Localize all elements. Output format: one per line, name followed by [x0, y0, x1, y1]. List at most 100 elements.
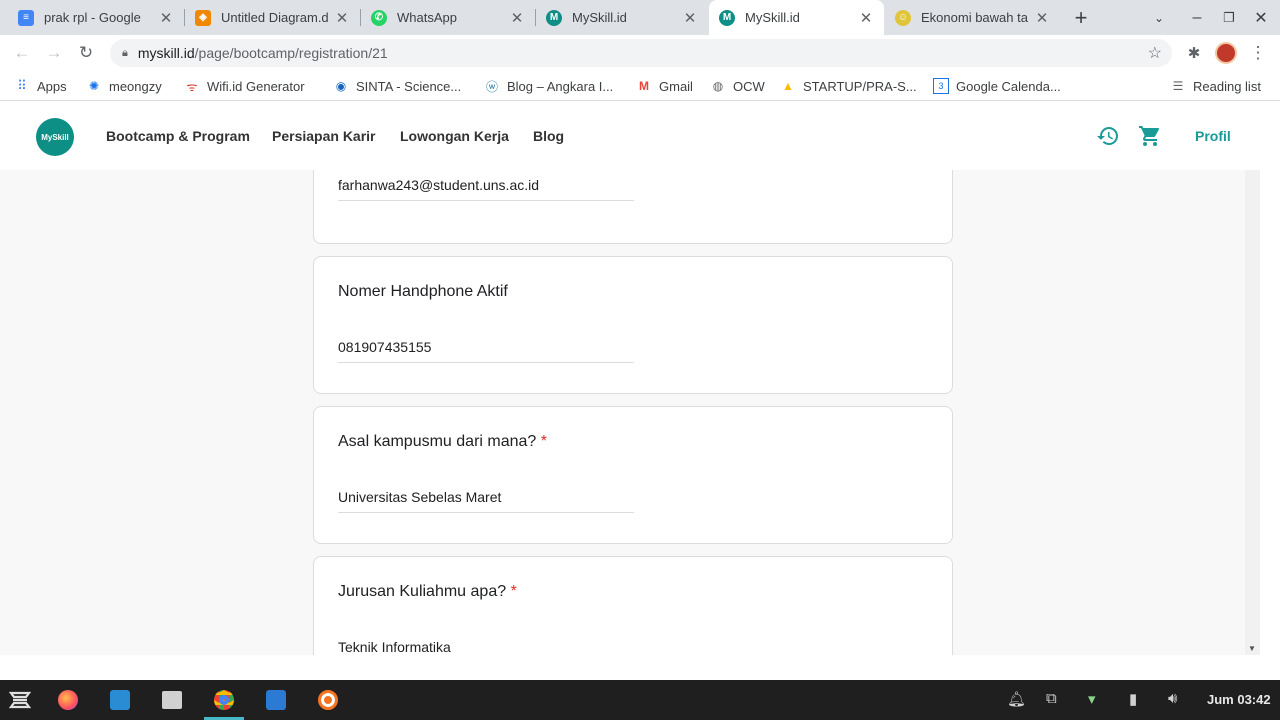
tab-ekonomi[interactable]: ☺ Ekonomi bawah ta ✕ [885, 0, 1060, 35]
question-label: Nomer Handphone Aktif [338, 283, 508, 300]
tab-untitled-diagram[interactable]: ◈ Untitled Diagram.d ✕ [185, 0, 360, 35]
scrollbar[interactable]: ▼ [1245, 170, 1260, 655]
workspace-icon[interactable]: ⧉ [1046, 690, 1057, 707]
restore-icon[interactable]: ❐ [1218, 0, 1240, 35]
reload-icon[interactable]: ↻ [74, 41, 98, 65]
bookmark-ocw[interactable]: ◍ OCW [710, 71, 765, 101]
question-label: Asal kampusmu dari mana? * [338, 433, 547, 450]
sinta-icon: ◉ [335, 79, 347, 93]
tab-strip: ≡ prak rpl - Google ✕ ◈ Untitled Diagram… [0, 0, 1280, 35]
tab-title: MySkill.id [572, 10, 627, 25]
bookmark-sinta[interactable]: ◉ SINTA - Science... [333, 71, 462, 101]
chrome-icon[interactable] [212, 688, 236, 712]
bookmark-gmail[interactable]: M Gmail [636, 71, 693, 101]
bookmarks-bar: ⠿ Apps ✺ meongzy ᯤ Wifi.id Generator ◉ SINTA… [0, 71, 1280, 101]
docs-icon: ≡ [18, 9, 34, 26]
tab-whatsapp[interactable]: ✆ WhatsApp ✕ [361, 0, 535, 35]
myskill-icon: M [719, 9, 735, 26]
vscode-icon[interactable] [264, 688, 288, 712]
close-icon[interactable]: ✕ [507, 9, 527, 27]
reading-list[interactable]: ☰ Reading list [1170, 71, 1261, 101]
scroll-down-icon[interactable]: ▼ [1248, 644, 1256, 653]
url-host: myskill.id [137, 45, 195, 61]
tab-title: Ekonomi bawah ta [921, 10, 1028, 25]
tab-title: Untitled Diagram.d [221, 10, 329, 25]
phone-field[interactable]: 081907435155 [338, 339, 634, 363]
bookmark-apps[interactable]: ⠿ Apps [14, 71, 66, 101]
major-field[interactable]: Teknik Informatika [338, 639, 634, 655]
close-window-icon[interactable]: ✕ [1250, 0, 1272, 35]
close-icon[interactable]: ✕ [156, 9, 176, 27]
campus-field[interactable]: Universitas Sebelas Maret [338, 489, 634, 513]
registration-form: farhanwa243@student.uns.ac.id Nomer Hand… [0, 170, 1245, 655]
bookmark-blog[interactable]: ⓦ Blog – Angkara I... [484, 71, 613, 101]
apps-icon: ⠿ [17, 78, 27, 93]
myskill-icon: M [546, 9, 562, 26]
back-icon[interactable]: ← [10, 41, 34, 65]
volume-icon[interactable]: 🔊︎ [1168, 690, 1177, 707]
page-bottom-strip [0, 655, 1280, 680]
minimize-icon[interactable]: – [1186, 0, 1208, 35]
battery-icon[interactable]: ▮ [1129, 690, 1137, 708]
wifi-icon: ᯤ [186, 79, 198, 94]
globe-icon: ◍ [712, 79, 724, 93]
store-icon[interactable] [108, 688, 132, 712]
address-bar[interactable]: 🔒︎ myskill.id/page/bootcamp/registration… [110, 39, 1172, 67]
drive-icon: ▲ [782, 79, 794, 93]
close-icon[interactable]: ✕ [332, 9, 352, 27]
major-card: Jurusan Kuliahmu apa? * Teknik Informati… [313, 556, 953, 655]
menu-icon[interactable]: ⋮ [1246, 41, 1270, 65]
tab-title: MySkill.id [745, 10, 800, 25]
tab-title: WhatsApp [397, 10, 457, 25]
smiley-icon: ☺ [895, 9, 911, 26]
nav-lowongan-kerja[interactable]: Lowongan Kerja [400, 128, 509, 144]
nav-blog[interactable]: Blog [533, 128, 564, 144]
profile-link[interactable]: Profil [1195, 128, 1231, 144]
clock[interactable]: Jum 03:42 [1207, 692, 1271, 707]
new-tab-icon[interactable]: + [1068, 0, 1094, 35]
nav-persiapan-karir[interactable]: Persiapan Karir [272, 128, 376, 144]
extensions-icon[interactable]: ✱ [1182, 41, 1206, 65]
bookmark-star-icon[interactable]: ☆ [1148, 43, 1162, 63]
email-field[interactable]: farhanwa243@student.uns.ac.id [338, 177, 634, 201]
bookmark-wifi[interactable]: ᯤ Wifi.id Generator [184, 71, 305, 101]
firefox-icon[interactable] [56, 688, 80, 712]
bookmark-meongzy[interactable]: ✺ meongzy [86, 71, 162, 101]
taskbar: 🔔︎ ⧉ ▾ ▮ 🔊︎ Jum 03:42 [0, 680, 1280, 720]
toolbar: ← → ↻ 🔒︎ myskill.id/page/bootcamp/regist… [0, 35, 1280, 71]
gear-icon: ✺ [88, 79, 100, 93]
calendar-icon: 3 [933, 78, 949, 94]
tab-title: prak rpl - Google [44, 10, 141, 25]
close-icon[interactable]: ✕ [680, 9, 700, 27]
nav-bootcamp[interactable]: Bootcamp & Program [106, 128, 250, 144]
cart-icon[interactable] [1138, 124, 1162, 148]
files-icon[interactable] [160, 688, 184, 712]
history-icon[interactable] [1096, 124, 1120, 148]
myskill-logo[interactable]: MySkill [36, 118, 74, 156]
tab-myskill-1[interactable]: M MySkill.id ✕ [536, 0, 708, 35]
drawio-icon: ◈ [195, 9, 211, 26]
site-header: MySkill Bootcamp & Program Persiapan Kar… [0, 102, 1280, 170]
wordpress-icon: ⓦ [485, 79, 498, 94]
wifi-icon[interactable]: ▾ [1088, 690, 1096, 708]
whatsapp-icon: ✆ [371, 9, 387, 26]
lock-icon: 🔒︎ [122, 46, 128, 59]
phone-card: Nomer Handphone Aktif 081907435155 [313, 256, 953, 394]
avatar[interactable] [1214, 41, 1238, 65]
close-icon[interactable]: ✕ [856, 9, 876, 27]
email-card: farhanwa243@student.uns.ac.id [313, 170, 953, 244]
tab-prak-rpl[interactable]: ≡ prak rpl - Google ✕ [8, 0, 184, 35]
forward-icon[interactable]: → [42, 41, 66, 65]
bookmark-startup[interactable]: ▲ STARTUP/PRA-S... [780, 71, 917, 101]
close-icon[interactable]: ✕ [1032, 9, 1052, 27]
zorin-menu-icon[interactable] [8, 688, 32, 712]
ubuntu-icon[interactable] [316, 688, 340, 712]
tab-myskill-active[interactable]: M MySkill.id ✕ [709, 0, 884, 35]
notification-icon[interactable]: 🔔︎ [1007, 690, 1026, 708]
bookmark-calendar[interactable]: 3 Google Calenda... [933, 71, 1061, 101]
campus-card: Asal kampusmu dari mana? * Universitas S… [313, 406, 953, 544]
question-label: Jurusan Kuliahmu apa? * [338, 583, 517, 600]
tab-search-icon[interactable]: ⌄ [1148, 0, 1170, 35]
gmail-icon: M [639, 79, 649, 93]
reading-list-icon: ☰ [1172, 79, 1184, 93]
